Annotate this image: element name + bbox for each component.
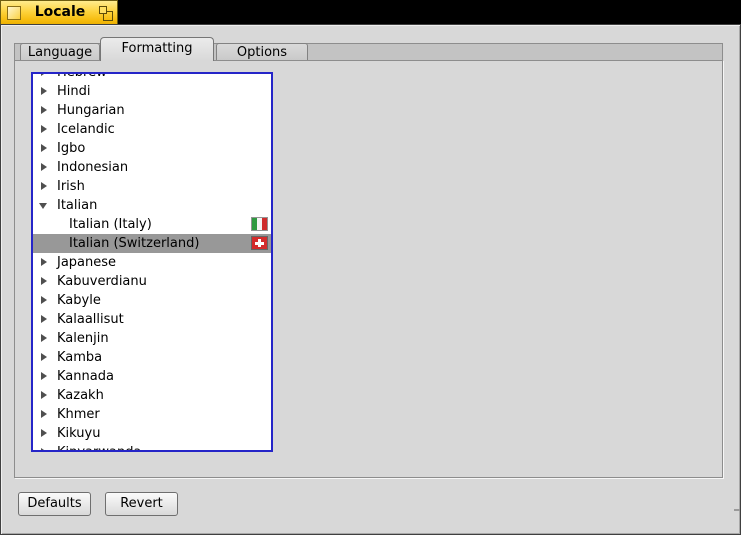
zoom-icon xyxy=(99,6,107,14)
language-list-item[interactable]: Irish xyxy=(33,177,271,196)
expand-arrow-icon[interactable] xyxy=(41,87,47,95)
language-list-item[interactable]: Kazakh xyxy=(33,386,271,405)
language-label: Kabuverdianu xyxy=(57,274,147,289)
italy-flag-icon xyxy=(252,218,267,230)
language-label: Italian (Italy) xyxy=(69,217,152,232)
expand-arrow-icon[interactable] xyxy=(41,144,47,152)
expand-arrow-icon[interactable] xyxy=(41,163,47,171)
language-list[interactable]: Hebrew Hindi Hungarian Icelandic Igbo Indones… xyxy=(31,72,273,452)
language-list-item[interactable]: Kabuverdianu xyxy=(33,272,271,291)
close-button[interactable] xyxy=(7,6,21,20)
language-list-item[interactable]: Kamba xyxy=(33,348,271,367)
expand-arrow-icon[interactable] xyxy=(41,125,47,133)
language-list-item[interactable]: Kalaallisut xyxy=(33,310,271,329)
expand-arrow-icon[interactable] xyxy=(41,277,47,285)
expand-arrow-icon[interactable] xyxy=(41,448,47,450)
expand-arrow-icon[interactable] xyxy=(41,372,47,380)
defaults-button[interactable]: Defaults xyxy=(18,492,91,516)
window-title: Locale xyxy=(34,4,86,20)
language-list-item[interactable]: Kikuyu xyxy=(33,424,271,443)
language-label: Kinyarwanda xyxy=(33,443,141,450)
expand-arrow-icon[interactable] xyxy=(41,106,47,114)
language-list-item[interactable]: Italian (Italy) xyxy=(33,215,271,234)
language-list-item[interactable]: Kannada xyxy=(33,367,271,386)
tab-options[interactable]: Options xyxy=(216,43,308,61)
expand-arrow-icon[interactable] xyxy=(41,353,47,361)
tab-formatting[interactable]: Formatting xyxy=(100,37,214,61)
expand-arrow-icon[interactable] xyxy=(41,182,47,190)
expand-arrow-icon[interactable] xyxy=(41,258,47,266)
expand-arrow-icon[interactable] xyxy=(41,74,47,76)
collapse-arrow-icon[interactable] xyxy=(39,203,47,209)
language-list-item[interactable]: Icelandic xyxy=(33,120,271,139)
language-list-item[interactable]: Italian (Switzerland) xyxy=(33,234,271,253)
zoom-button[interactable] xyxy=(98,5,116,22)
language-list-item[interactable]: Hindi xyxy=(33,82,271,101)
language-label: Indonesian xyxy=(57,160,129,175)
language-list-item[interactable]: Kinyarwanda xyxy=(33,443,271,450)
language-list-content: Hebrew Hindi Hungarian Icelandic Igbo Indones… xyxy=(33,74,271,450)
language-label: Italian (Switzerland) xyxy=(69,236,200,251)
language-list-item[interactable]: Hungarian xyxy=(33,101,271,120)
expand-arrow-icon[interactable] xyxy=(41,296,47,304)
switzerland-flag-icon xyxy=(252,237,267,249)
resize-handle[interactable] xyxy=(734,509,740,511)
revert-button[interactable]: Revert xyxy=(105,492,178,516)
expand-arrow-icon[interactable] xyxy=(41,334,47,342)
expand-arrow-icon[interactable] xyxy=(41,315,47,323)
language-list-item[interactable]: Indonesian xyxy=(33,158,271,177)
language-list-item[interactable]: Kabyle xyxy=(33,291,271,310)
language-list-item[interactable]: Igbo xyxy=(33,139,271,158)
expand-arrow-icon[interactable] xyxy=(41,410,47,418)
tab-language[interactable]: Language xyxy=(20,43,100,61)
language-list-item[interactable]: Khmer xyxy=(33,405,271,424)
language-list-item[interactable]: Italian xyxy=(33,196,271,215)
language-list-item[interactable]: Kalenjin xyxy=(33,329,271,348)
language-list-item[interactable]: Hebrew xyxy=(33,74,271,82)
language-list-item[interactable]: Japanese xyxy=(33,253,271,272)
expand-arrow-icon[interactable] xyxy=(41,429,47,437)
window-titlebar[interactable]: Locale xyxy=(0,0,118,25)
expand-arrow-icon[interactable] xyxy=(41,391,47,399)
